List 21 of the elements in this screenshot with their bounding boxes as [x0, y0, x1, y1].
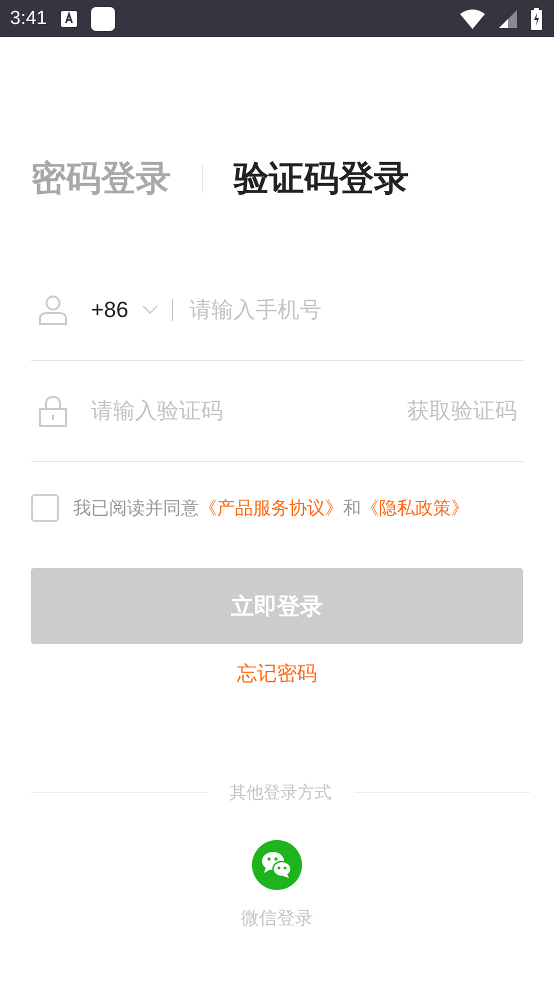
- get-code-button[interactable]: 获取验证码: [407, 396, 523, 426]
- wifi-icon: [460, 8, 485, 28]
- terms-link[interactable]: 《产品服务协议》: [199, 498, 343, 519]
- user-icon: [39, 295, 67, 325]
- agree-checkbox[interactable]: [31, 494, 59, 522]
- country-code[interactable]: +86: [91, 297, 128, 323]
- forgot-password-link[interactable]: 忘记密码: [237, 660, 317, 687]
- wechat-login-button[interactable]: 微信登录: [241, 840, 313, 930]
- signal-icon: [499, 10, 517, 28]
- wechat-icon: [252, 840, 302, 890]
- login-tab[interactable]: 密码登录: [31, 155, 171, 202]
- battery-icon: [531, 8, 542, 30]
- terms-link[interactable]: 《隐私政策》: [361, 498, 469, 519]
- keyboard-icon: [60, 10, 77, 26]
- app-icon: [90, 6, 115, 30]
- lock-icon: [39, 395, 67, 427]
- chevron-down-icon[interactable]: [142, 305, 158, 315]
- login-tab[interactable]: 验证码登录: [234, 155, 409, 202]
- agreement-text: 我已阅读并同意《产品服务协议》和《隐私政策》: [73, 497, 469, 520]
- other-methods-label: 其他登录方式: [230, 782, 332, 804]
- status-time: 3:41: [10, 8, 47, 30]
